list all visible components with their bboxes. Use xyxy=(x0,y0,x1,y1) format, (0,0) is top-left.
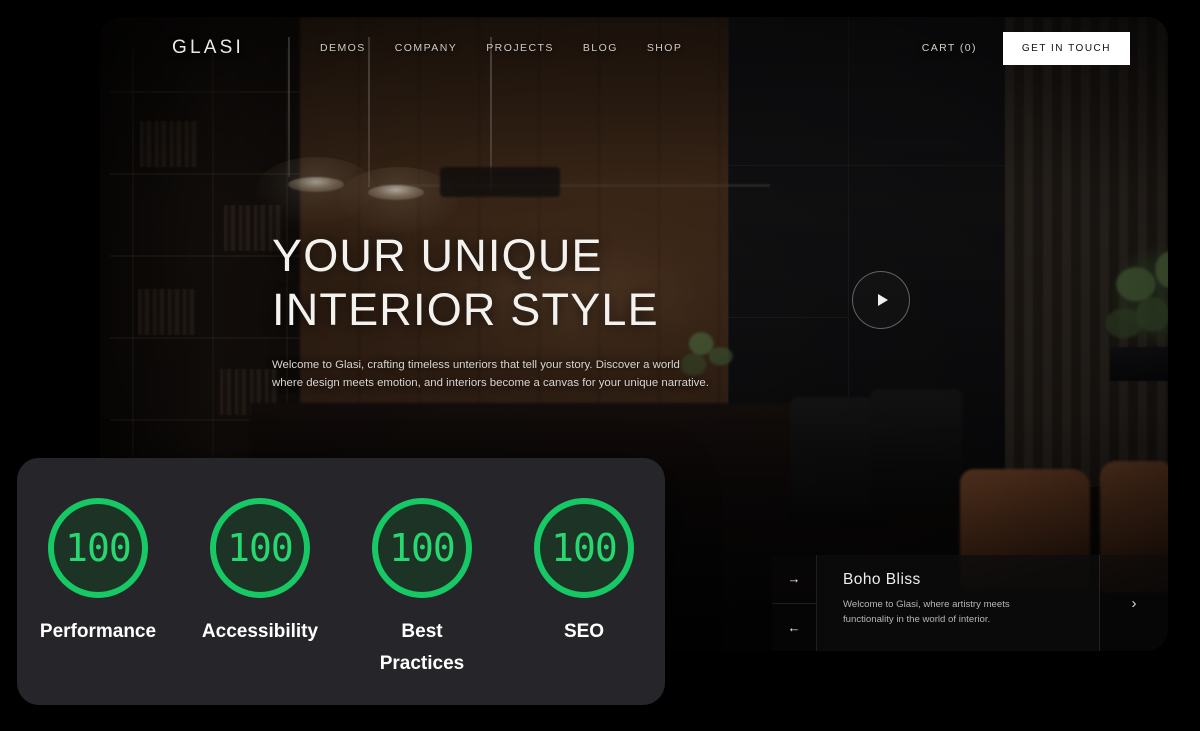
score-item-performance: 100 Performance xyxy=(17,498,179,648)
main-nav: DEMOS COMPANY PROJECTS BLOG SHOP xyxy=(320,42,682,54)
score-gauge-best-practices: 100 xyxy=(372,498,472,598)
score-value-seo: 100 xyxy=(551,526,618,570)
nav-item-projects[interactable]: PROJECTS xyxy=(486,42,554,54)
nav-item-demos[interactable]: DEMOS xyxy=(320,42,366,54)
nav-item-company[interactable]: COMPANY xyxy=(395,42,457,54)
hero-title-line-1: YOUR UNIQUE xyxy=(272,230,603,281)
carousel-card[interactable]: Boho Bliss Welcome to Glasi, where artis… xyxy=(817,555,1100,651)
score-value-best-practices: 100 xyxy=(389,526,456,570)
score-label-best-practices: Best Practices xyxy=(379,621,465,674)
carousel-nav-group: → ← xyxy=(772,555,817,651)
header-right-group: CART (0) GET IN TOUCH xyxy=(922,31,1130,65)
chevron-right-icon[interactable]: › xyxy=(1100,555,1168,651)
score-value-accessibility: 100 xyxy=(227,526,294,570)
screenshot-stage: GLASI DEMOS COMPANY PROJECTS BLOG SHOP C… xyxy=(0,0,1200,731)
brand-logo[interactable]: GLASI xyxy=(172,37,244,59)
carousel-bar: → ← Boho Bliss Welcome to Glasi, where a… xyxy=(772,555,1168,651)
score-value-performance: 100 xyxy=(65,526,132,570)
score-item-accessibility: 100 Accessibility xyxy=(179,498,341,648)
arrow-right-icon[interactable]: → xyxy=(772,555,816,604)
score-gauge-performance: 100 xyxy=(48,498,148,598)
carousel-title: Boho Bliss xyxy=(843,571,921,588)
score-label-seo: SEO xyxy=(563,621,605,642)
lighthouse-score-panel: 100 Performance 100 Accessibility 100 Be… xyxy=(17,458,665,705)
score-item-seo: 100 SEO xyxy=(503,498,665,648)
carousel-description: Welcome to Glasi, where artistry meets f… xyxy=(843,599,1010,625)
cart-link[interactable]: CART (0) xyxy=(922,42,977,54)
score-gauge-seo: 100 xyxy=(534,498,634,598)
nav-item-shop[interactable]: SHOP xyxy=(647,42,683,54)
site-header: GLASI DEMOS COMPANY PROJECTS BLOG SHOP C… xyxy=(100,17,1168,79)
hero-subtitle: Welcome to Glasi, crafting timeless unte… xyxy=(272,359,709,389)
play-triangle xyxy=(877,294,888,306)
hero-title: YOUR UNIQUE INTERIOR STYLE xyxy=(272,229,742,337)
get-in-touch-button[interactable]: GET IN TOUCH xyxy=(1002,31,1130,65)
nav-item-blog[interactable]: BLOG xyxy=(583,42,618,54)
score-gauge-accessibility: 100 xyxy=(210,498,310,598)
arrow-left-icon[interactable]: ← xyxy=(772,604,816,652)
score-label-accessibility: Accessibility xyxy=(201,621,319,642)
play-icon[interactable] xyxy=(852,271,910,329)
hero-block: YOUR UNIQUE INTERIOR STYLE Welcome to Gl… xyxy=(272,229,742,392)
hero-title-line-2: INTERIOR STYLE xyxy=(272,284,659,335)
score-item-best-practices: 100 Best Practices xyxy=(341,498,503,680)
score-label-performance: Performance xyxy=(39,621,157,642)
